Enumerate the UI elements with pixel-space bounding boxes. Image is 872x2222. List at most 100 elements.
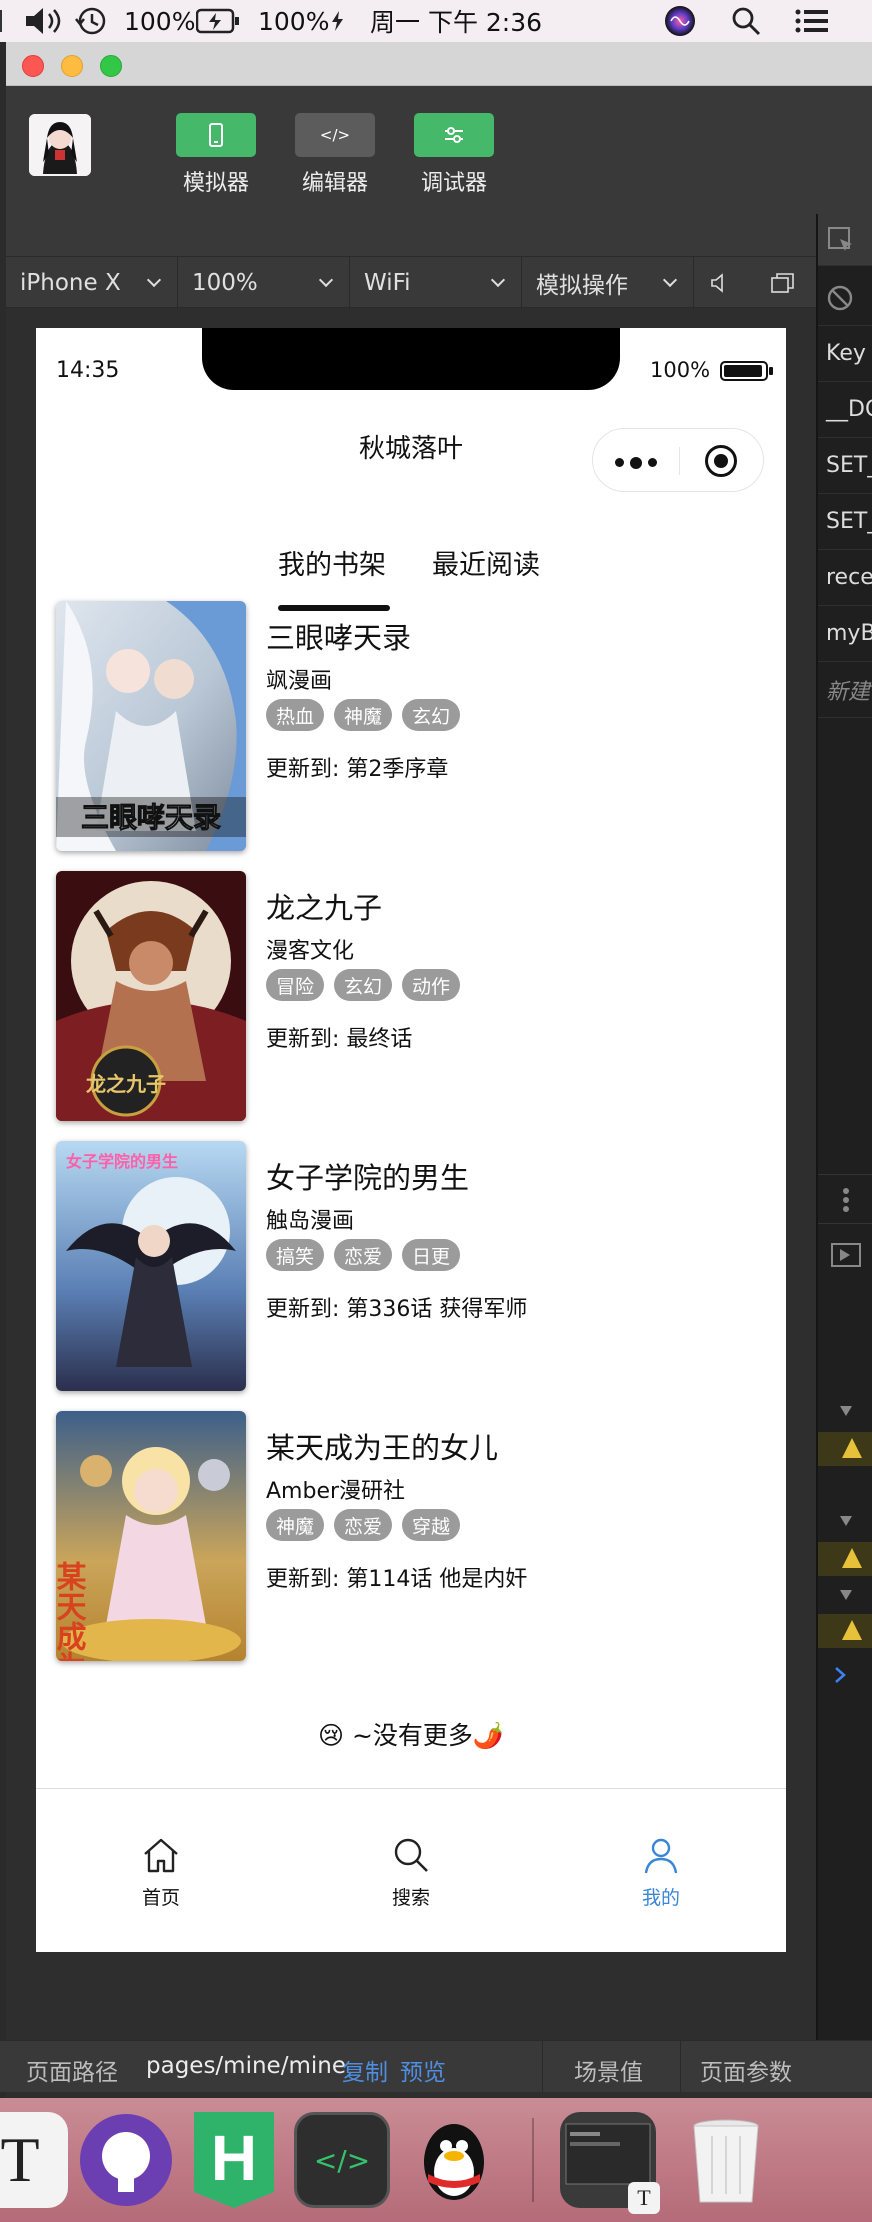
- github-desktop-icon[interactable]: [78, 2112, 174, 2208]
- siri-icon[interactable]: [664, 0, 696, 42]
- storage-panel: Key __DC SET_ SET_ rece myB 新建: [816, 214, 872, 2040]
- close-target-icon[interactable]: [705, 445, 737, 477]
- tag-badge: 日更: [402, 1239, 461, 1271]
- typora-badge-icon: T: [628, 2182, 660, 2214]
- close-window-button[interactable]: [22, 55, 44, 77]
- dock-divider: [532, 2118, 534, 2202]
- notification-center-icon[interactable]: [794, 0, 830, 42]
- tag-badge: 热血: [266, 699, 325, 731]
- mute-button[interactable]: [694, 257, 756, 309]
- storage-row[interactable]: rece: [818, 550, 872, 606]
- minimize-window-button[interactable]: [61, 55, 83, 77]
- console-prompt-icon[interactable]: [818, 1660, 872, 1690]
- console-toggle-icon[interactable]: [818, 1234, 872, 1278]
- book-update: 更新到: 第114话 他是内奸: [266, 1567, 528, 1592]
- tab-my-shelf[interactable]: 我的书架: [278, 543, 386, 582]
- tab-home-label: 首页: [141, 1887, 180, 1909]
- book-author: 触岛漫画: [266, 1209, 355, 1234]
- storage-header-key: Key: [818, 326, 872, 382]
- tab-mine[interactable]: 我的: [601, 1835, 721, 1910]
- user-avatar[interactable]: [29, 114, 91, 176]
- tag-badge: 恋爱: [334, 1509, 393, 1541]
- list-item[interactable]: 某天成为 某天成为王的女儿 Amber漫研社 神魔 恋爱 穿越 更新到: 第11…: [36, 1411, 786, 1661]
- tab-mine-label: 我的: [641, 1887, 680, 1909]
- svg-text:H: H: [211, 2122, 257, 2194]
- book-tags: 神魔 恋爱 穿越: [266, 1509, 461, 1541]
- status-time: 14:35: [56, 358, 120, 383]
- tag-badge: 冒险: [266, 969, 325, 1001]
- book-tags: 热血 神魔 玄幻: [266, 699, 461, 731]
- book-cover[interactable]: 女子学院的男生: [56, 1141, 246, 1391]
- tab-search[interactable]: 搜索: [351, 1835, 471, 1910]
- qq-penguin-icon[interactable]: [406, 2112, 502, 2208]
- book-title: 龙之九子: [266, 891, 383, 925]
- storage-row[interactable]: __DC: [818, 382, 872, 438]
- simulate-operation-select[interactable]: 模拟操作: [522, 257, 694, 309]
- editor-button[interactable]: </> 编辑器: [295, 113, 375, 197]
- battery-charging-icon[interactable]: [196, 0, 240, 42]
- book-update: 更新到: 最终话: [266, 1027, 413, 1052]
- zoom-window-button[interactable]: [100, 55, 122, 77]
- zoom-select[interactable]: 100%: [178, 257, 350, 309]
- volume-icon[interactable]: [22, 0, 66, 42]
- detach-window-button[interactable]: [756, 257, 816, 309]
- menubar-edge: [0, 0, 8, 42]
- list-item[interactable]: 女子学院的男生 女子学院的男生 触岛漫画 搞笑 恋爱 日更 更新到: 第336话…: [36, 1141, 786, 1391]
- trash-icon[interactable]: [678, 2112, 774, 2208]
- hbuilder-icon[interactable]: H: [186, 2112, 282, 2208]
- warning-icon: [818, 1542, 872, 1576]
- inspect-icon: [828, 226, 852, 251]
- book-title: 某天成为王的女儿: [266, 1431, 499, 1465]
- clear-storage-button[interactable]: [818, 270, 872, 326]
- time-machine-icon[interactable]: [74, 0, 108, 42]
- code-icon: </>: [295, 113, 375, 157]
- phone-icon: [176, 113, 256, 157]
- preview-path-link[interactable]: 预览: [400, 2053, 446, 2087]
- list-item[interactable]: 三眼哮天录 三眼哮天录 飒漫画 热血 神魔 玄幻 更新到: 第2季序章: [36, 601, 786, 851]
- storage-row[interactable]: SET_: [818, 494, 872, 550]
- network-select[interactable]: WiFi: [350, 257, 522, 309]
- book-cover[interactable]: 龙之九子: [56, 871, 246, 1121]
- book-cover[interactable]: 三眼哮天录: [56, 601, 246, 851]
- collapse-triangle-icon[interactable]: [818, 1394, 872, 1428]
- tag-badge: 神魔: [266, 1509, 325, 1541]
- book-author: Amber漫研社: [266, 1479, 406, 1504]
- wechat-devtools-icon[interactable]: </>: [294, 2112, 390, 2208]
- new-storage-row[interactable]: 新建: [818, 662, 872, 718]
- book-cover[interactable]: 某天成为: [56, 1411, 246, 1661]
- phone-simulator: 14:35 100% 秋城落叶 我的书架 最近阅读 三眼哮天录 三眼哮天录 飒漫…: [36, 328, 786, 1952]
- spotlight-search-icon[interactable]: [730, 0, 762, 42]
- simulator-button[interactable]: 模拟器: [176, 113, 256, 197]
- page-params-button[interactable]: 页面参数: [700, 2053, 792, 2087]
- inspect-button[interactable]: [818, 214, 872, 266]
- storage-row[interactable]: myB: [818, 606, 872, 662]
- sliders-icon: [414, 113, 494, 157]
- collapse-triangle-icon[interactable]: [818, 1578, 872, 1612]
- more-options-icon[interactable]: [818, 1174, 872, 1224]
- chevron-down-icon: [490, 272, 506, 288]
- miniprogram-capsule[interactable]: [592, 428, 764, 492]
- cover-title-text: 女子学院的男生: [66, 1152, 178, 1171]
- copy-path-link[interactable]: 复制: [342, 2053, 388, 2087]
- list-item[interactable]: 龙之九子 龙之九子 漫客文化 冒险 玄幻 动作 更新到: 最终话: [36, 871, 786, 1121]
- tab-recent-reading[interactable]: 最近阅读: [432, 543, 540, 582]
- device-select[interactable]: iPhone X: [6, 257, 178, 309]
- cover-title-text: 三眼哮天录: [81, 802, 221, 833]
- device-options-bar: iPhone X 100% WiFi 模拟操作: [6, 256, 816, 309]
- more-dots-icon[interactable]: [615, 457, 657, 469]
- battery-percent-2: 100%: [258, 6, 330, 36]
- collapse-triangle-icon[interactable]: [818, 1504, 872, 1538]
- debugger-button[interactable]: 调试器: [414, 113, 494, 197]
- tab-home[interactable]: 首页: [101, 1835, 221, 1910]
- speaker-icon: [711, 273, 723, 293]
- storage-row[interactable]: SET_: [818, 438, 872, 494]
- page-path-bar: 页面路径 pages/mine/mine 复制 预览 场景值 页面参数: [0, 2040, 872, 2093]
- menubar-datetime[interactable]: 周一 下午 2:36: [370, 0, 542, 42]
- typora-dock-icon[interactable]: T: [0, 2112, 68, 2208]
- scene-value-button[interactable]: 场景值: [574, 2053, 643, 2087]
- home-icon: [144, 1838, 178, 1873]
- battery-percent-1: 100%: [124, 6, 196, 36]
- status-battery-percent: 100%: [650, 358, 711, 382]
- simulate-operation-value: 模拟操作: [536, 273, 628, 299]
- phone-notch: [202, 328, 620, 390]
